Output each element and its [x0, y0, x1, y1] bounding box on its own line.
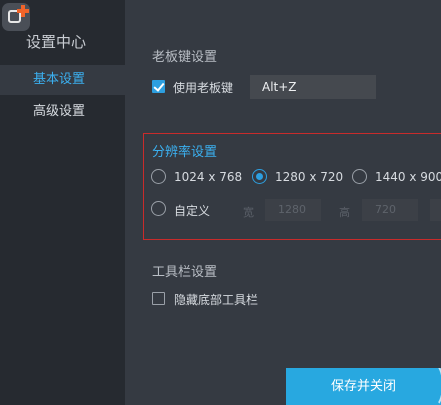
custom-width-label: 宽: [243, 206, 254, 219]
save-and-close-label: 保存并关闭: [330, 379, 396, 394]
resolution-radio-1280x720[interactable]: [252, 169, 267, 184]
custom-height-label: 高: [339, 206, 350, 219]
custom-width-input[interactable]: 1280: [265, 199, 321, 221]
extra-input-partial[interactable]: [430, 199, 441, 221]
resolution-option-custom: 自定义: [174, 204, 211, 218]
app-logo-icon: [2, 3, 30, 31]
boss-key-hotkey-input[interactable]: Alt+Z: [250, 75, 376, 99]
resolution-radio-1440x900[interactable]: [352, 169, 367, 184]
sidebar-title: 设置中心: [26, 33, 87, 51]
resolution-option-1440x900: 1440 x 900: [375, 170, 441, 184]
toolbar-section-title: 工具栏设置: [152, 265, 218, 280]
save-and-close-button[interactable]: 保存并关闭: [286, 368, 441, 405]
resolution-option-1280x720: 1280 x 720: [275, 170, 344, 184]
custom-height-input[interactable]: 720: [362, 199, 418, 221]
hide-bottom-toolbar-checkbox[interactable]: [152, 292, 165, 305]
resolution-option-1024x768: 1024 x 768: [174, 170, 243, 184]
resolution-radio-custom[interactable]: [151, 201, 166, 216]
sidebar-item-advanced-settings[interactable]: 高级设置: [0, 97, 125, 127]
sidebar-item-basic-settings[interactable]: 基本设置: [0, 65, 125, 95]
hide-bottom-toolbar-label: 隐藏底部工具栏: [174, 293, 259, 307]
boss-key-section-title: 老板键设置: [152, 50, 218, 65]
sidebar: 设置中心 基本设置 高级设置: [0, 0, 125, 405]
swirl-decoration-icon: [422, 368, 441, 405]
resolution-section-title: 分辨率设置: [152, 145, 218, 160]
resolution-radio-1024x768[interactable]: [151, 169, 166, 184]
boss-key-checkbox[interactable]: [152, 80, 165, 93]
boss-key-label: 使用老板键: [173, 81, 234, 95]
